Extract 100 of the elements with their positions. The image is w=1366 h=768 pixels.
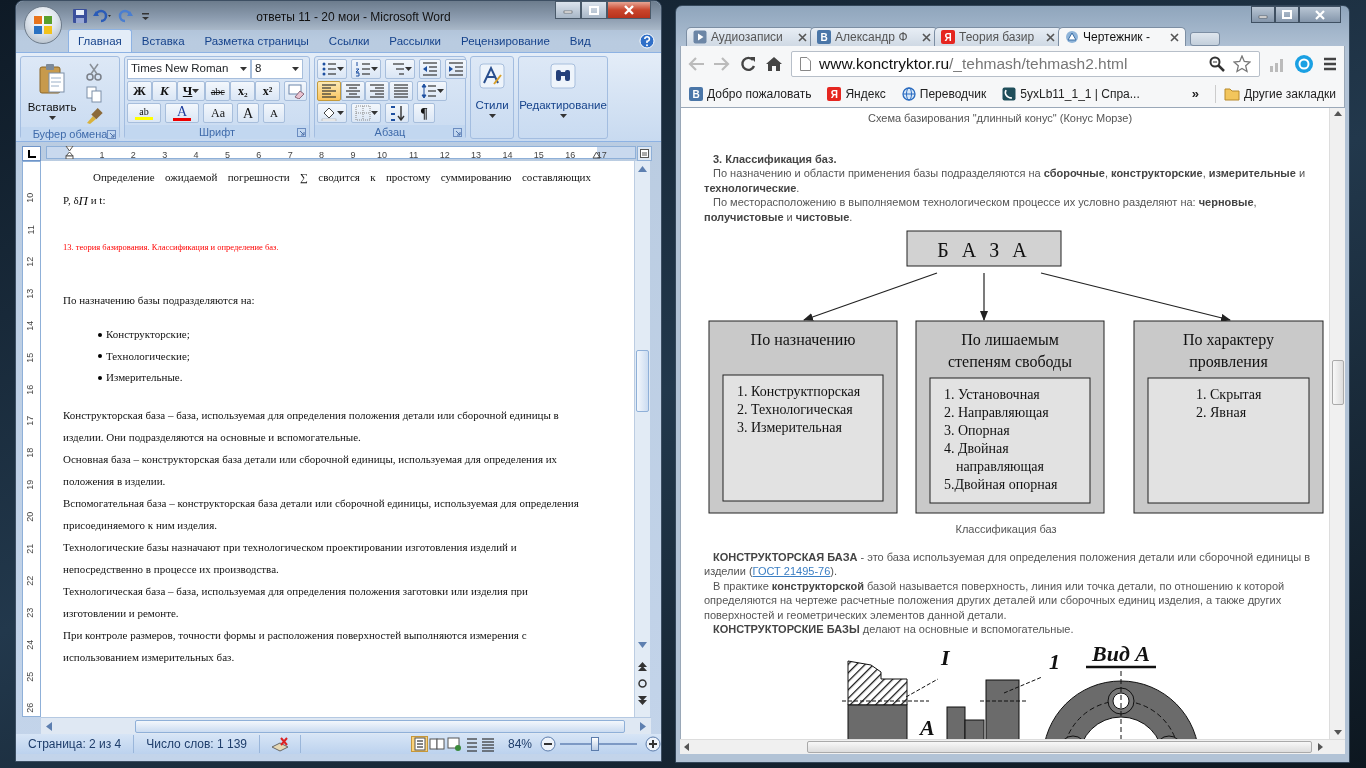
- scroll-up-icon[interactable]: [1333, 111, 1342, 116]
- browser-tab[interactable]: Чертежник -: [1058, 27, 1186, 46]
- close-tab-icon[interactable]: [922, 32, 931, 42]
- close-tab-icon[interactable]: [1046, 32, 1055, 42]
- font-size-field[interactable]: 8: [251, 59, 303, 79]
- ribbon-tab[interactable]: Вид: [559, 28, 601, 52]
- scroll-up-icon[interactable]: [638, 166, 647, 172]
- vertical-scrollbar[interactable]: [634, 161, 650, 717]
- zoom-in-icon[interactable]: [645, 736, 661, 752]
- word-count[interactable]: Число слов: 1 139: [134, 735, 260, 753]
- skype-icon[interactable]: [1294, 53, 1314, 74]
- tab-selector-button[interactable]: [22, 146, 41, 161]
- scroll-right-icon[interactable]: [640, 721, 646, 731]
- bookmark-link[interactable]: Яндекс: [845, 85, 886, 103]
- font-name-field[interactable]: Times New Roman: [127, 59, 251, 79]
- scroll-left-icon[interactable]: [684, 743, 689, 751]
- format-button[interactable]: x²: [255, 81, 280, 101]
- scroll-down-icon[interactable]: [1333, 730, 1342, 735]
- view-button[interactable]: [479, 736, 496, 752]
- scroll-thumb[interactable]: [1331, 360, 1344, 405]
- save-icon[interactable]: [72, 7, 88, 24]
- format-button[interactable]: К: [151, 81, 177, 101]
- horizontal-scrollbar[interactable]: [680, 739, 1345, 754]
- maximize-button[interactable]: [1275, 6, 1299, 23]
- scroll-down-icon[interactable]: [638, 642, 647, 648]
- grow-font-button[interactable]: A: [237, 103, 259, 123]
- vertical-scrollbar[interactable]: [1329, 108, 1345, 739]
- change-case-button[interactable]: Aa: [203, 103, 233, 123]
- bullets-button[interactable]: [317, 59, 347, 79]
- highlight-button[interactable]: ab: [127, 103, 161, 123]
- dialog-launcher-icon[interactable]: [453, 128, 462, 137]
- bookmarks-overflow-button[interactable]: »: [1191, 84, 1200, 104]
- copy-icon[interactable]: [85, 85, 103, 103]
- new-tab-button[interactable]: [1190, 32, 1220, 46]
- format-button[interactable]: Ч: [176, 81, 206, 101]
- paste-button[interactable]: Вставить: [23, 59, 81, 125]
- ribbon-tab[interactable]: Рассылки: [379, 28, 451, 52]
- horizontal-scrollbar[interactable]: [41, 717, 651, 734]
- align-button[interactable]: [389, 81, 413, 101]
- standard-link[interactable]: ГОСТ 21495-76: [752, 565, 831, 577]
- minimize-button[interactable]: [1251, 6, 1275, 23]
- bookmark-folder[interactable]: Другие закладки: [1244, 85, 1336, 103]
- format-button[interactable]: x₂: [230, 81, 256, 101]
- font-color-button[interactable]: A: [165, 103, 199, 123]
- ribbon-tab[interactable]: Разметка страницы: [194, 28, 319, 52]
- ribbon-tab[interactable]: Вставка: [131, 28, 195, 52]
- help-icon[interactable]: [639, 33, 655, 49]
- zoom-level[interactable]: 84%: [508, 735, 533, 753]
- borders-button[interactable]: [351, 103, 381, 123]
- scroll-thumb[interactable]: [636, 350, 649, 412]
- undo-icon[interactable]: [92, 7, 114, 24]
- browse-object-icon[interactable]: [638, 679, 647, 688]
- scroll-thumb[interactable]: [807, 741, 1312, 753]
- align-button[interactable]: [365, 81, 389, 101]
- numbering-button[interactable]: [351, 59, 381, 79]
- shrink-font-button[interactable]: A: [263, 103, 285, 123]
- view-button[interactable]: [428, 736, 445, 752]
- increase-indent-button[interactable]: [445, 59, 467, 79]
- brush-icon[interactable]: [85, 107, 103, 125]
- close-button[interactable]: [1299, 6, 1341, 23]
- home-icon[interactable]: [765, 55, 783, 72]
- clear-formatting-button[interactable]: [284, 81, 307, 101]
- close-tab-icon[interactable]: [798, 32, 807, 42]
- page-count[interactable]: Страница: 2 из 4: [16, 735, 135, 753]
- multilevel-list-button[interactable]: [385, 59, 415, 79]
- menu-icon[interactable]: [1322, 55, 1338, 72]
- scissors-icon[interactable]: [85, 63, 103, 81]
- show-formatting-button[interactable]: ¶: [413, 103, 435, 123]
- decrease-indent-button[interactable]: [419, 59, 441, 79]
- format-button[interactable]: Ж: [127, 81, 152, 101]
- align-button[interactable]: [341, 81, 365, 101]
- dialog-launcher-icon[interactable]: [107, 130, 116, 139]
- dialog-launcher-icon[interactable]: [297, 128, 306, 137]
- maximize-button[interactable]: [581, 1, 607, 19]
- minimize-button[interactable]: [555, 1, 581, 19]
- zoom-out-icon[interactable]: [540, 736, 557, 752]
- spelling-check-icon[interactable]: [270, 736, 290, 753]
- scroll-thumb[interactable]: [135, 719, 625, 733]
- view-ruler-button[interactable]: [637, 146, 652, 161]
- scroll-left-icon[interactable]: [46, 721, 52, 731]
- star-icon[interactable]: [1233, 54, 1251, 73]
- close-button[interactable]: [607, 1, 651, 19]
- shading-button[interactable]: [317, 103, 347, 123]
- align-button[interactable]: [317, 81, 341, 101]
- ribbon-tab[interactable]: Рецензирование: [451, 28, 560, 52]
- sort-button[interactable]: [385, 103, 409, 123]
- indent-marker-icon[interactable]: [65, 146, 74, 159]
- close-tab-icon[interactable]: [1170, 32, 1179, 42]
- bookmark-link[interactable]: Переводчик: [919, 85, 987, 103]
- view-button[interactable]: [445, 736, 462, 752]
- ribbon-tab[interactable]: Ссылки: [318, 28, 380, 52]
- format-button[interactable]: abc: [205, 81, 231, 101]
- view-button[interactable]: [411, 736, 428, 752]
- bookmark-link[interactable]: Добро пожаловать: [707, 85, 812, 103]
- scroll-right-icon[interactable]: [1318, 743, 1323, 751]
- ribbon-tab[interactable]: Главная: [68, 28, 132, 52]
- next-page-icon[interactable]: [638, 696, 647, 705]
- bookmark-link[interactable]: 5yxLb11_1_1 | Спра...: [1020, 85, 1140, 103]
- zoom-icon[interactable]: [1209, 55, 1225, 72]
- line-spacing-button[interactable]: [417, 81, 447, 101]
